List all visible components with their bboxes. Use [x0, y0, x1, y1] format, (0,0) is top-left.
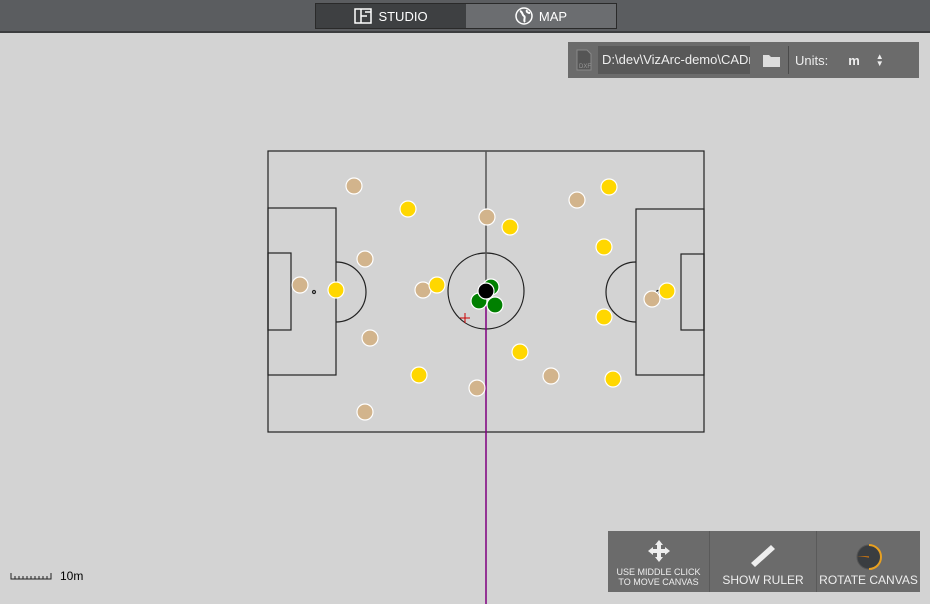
tab-map[interactable]: MAP [466, 4, 616, 28]
floorplan-icon [354, 8, 373, 24]
referee[interactable] [486, 296, 504, 314]
player-team-b[interactable] [501, 218, 519, 236]
tab-label: STUDIO [378, 8, 428, 24]
globe-icon [515, 7, 533, 25]
move-canvas-hint[interactable]: USE MIDDLE CLICK TO MOVE CANVAS [608, 531, 710, 592]
mode-tabs: STUDIO MAP [315, 3, 617, 29]
top-bar: STUDIO MAP [0, 0, 930, 33]
player-team-a[interactable] [643, 290, 661, 308]
player-team-a[interactable] [542, 367, 560, 385]
player-team-a[interactable] [568, 191, 586, 209]
player-team-b[interactable] [595, 238, 613, 256]
player-team-a[interactable] [345, 177, 363, 195]
player-team-b[interactable] [604, 370, 622, 388]
player-team-a[interactable] [478, 208, 496, 226]
player-team-b[interactable] [658, 282, 676, 300]
origin-cross-icon [460, 313, 470, 323]
rotate-canvas-label: ROTATE CANVAS [819, 573, 918, 587]
player-team-a[interactable] [468, 379, 486, 397]
scale-bar: 10m [10, 569, 83, 583]
player-team-b[interactable] [600, 178, 618, 196]
tab-studio[interactable]: STUDIO [316, 4, 466, 28]
show-ruler-button[interactable]: SHOW RULER [710, 531, 817, 592]
scale-label: 10m [60, 569, 84, 583]
show-ruler-label: SHOW RULER [722, 573, 804, 587]
player-team-b[interactable] [327, 281, 345, 299]
player-team-a[interactable] [356, 403, 374, 421]
tab-label: MAP [538, 8, 568, 24]
player-team-b[interactable] [410, 366, 428, 384]
player-team-b[interactable] [595, 308, 613, 326]
canvas[interactable] [0, 35, 930, 604]
move-arrows-icon [647, 540, 670, 562]
player-team-a[interactable] [356, 250, 374, 268]
ball[interactable] [477, 282, 495, 300]
rotate-dial-icon [856, 544, 882, 570]
rotate-canvas-button[interactable]: ROTATE CANVAS [817, 531, 920, 592]
player-team-b[interactable] [399, 200, 417, 218]
ruler-scale-icon [10, 573, 52, 580]
move-hint-line2: TO MOVE CANVAS [618, 577, 699, 587]
player-team-a[interactable] [291, 276, 309, 294]
player-team-b[interactable] [428, 276, 446, 294]
players [291, 177, 676, 421]
player-team-a[interactable] [361, 329, 379, 347]
ruler-icon [751, 545, 775, 567]
player-team-b[interactable] [511, 343, 529, 361]
canvas-tools: USE MIDDLE CLICK TO MOVE CANVAS SHOW RUL… [608, 531, 920, 592]
move-hint-line1: USE MIDDLE CLICK [616, 567, 701, 577]
